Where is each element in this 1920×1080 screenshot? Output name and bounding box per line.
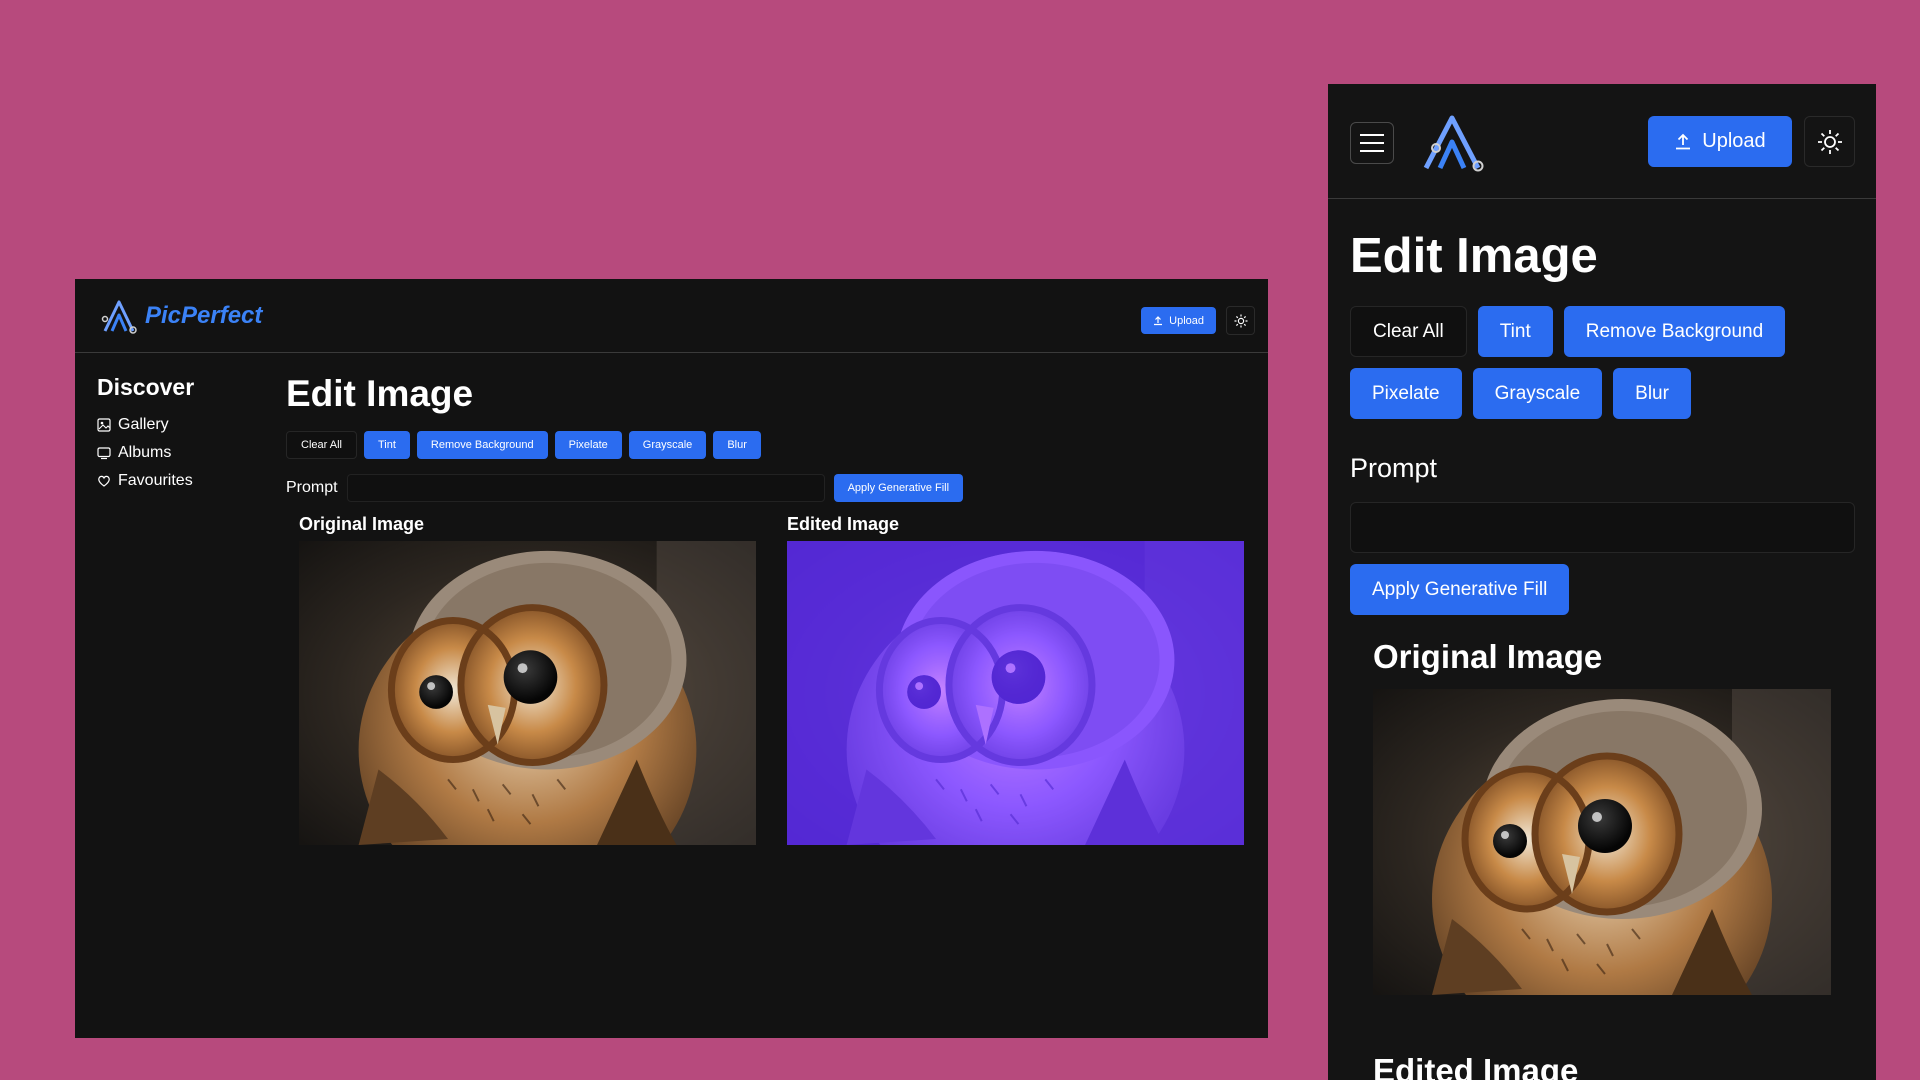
image-icon <box>97 418 111 432</box>
original-image-card: Original Image <box>299 514 756 845</box>
blur-button[interactable]: Blur <box>1613 368 1691 419</box>
heart-icon <box>98 475 110 487</box>
upload-icon <box>1676 133 1691 149</box>
mobile-main-content: Edit Image Clear All Tint Remove Backgro… <box>1328 226 1876 1080</box>
tint-button[interactable]: Tint <box>363 431 410 459</box>
clear-all-button[interactable]: Clear All <box>1350 306 1467 357</box>
album-icon <box>97 447 111 460</box>
prompt-input[interactable] <box>346 474 825 502</box>
apply-generative-fill-button[interactable]: Apply Generative Fill <box>833 474 964 502</box>
sun-icon <box>1817 129 1842 154</box>
mobile-app-window: Upload Edit Image Clear All Tint Remove … <box>1328 84 1876 1080</box>
theme-toggle-button[interactable] <box>1804 116 1855 167</box>
edited-image-title: Edited Image <box>1373 1052 1579 1080</box>
tint-button[interactable]: Tint <box>1477 306 1553 357</box>
grayscale-button[interactable]: Grayscale <box>628 431 707 459</box>
original-owl-image <box>299 541 756 845</box>
mobile-header: Upload <box>1328 84 1876 199</box>
sidebar-item-favourites[interactable]: Favourites <box>97 467 277 495</box>
desktop-app-window: PicPerfect Upload Discover Gallery Album… <box>75 279 1268 1038</box>
clear-all-button[interactable]: Clear All <box>286 431 357 459</box>
upload-icon <box>1154 315 1163 325</box>
sidebar-item-albums[interactable]: Albums <box>97 439 277 467</box>
tool-bar: Clear All Tint Remove Background Pixelat… <box>1350 306 1850 419</box>
sidebar: Discover Gallery Albums Favourites <box>97 374 277 495</box>
page-title: Edit Image <box>286 373 474 414</box>
sidebar-item-label: Favourites <box>118 472 193 489</box>
brand-name[interactable]: PicPerfect <box>145 302 262 330</box>
prompt-row: Prompt Apply Generative Fill <box>286 474 1246 502</box>
sidebar-title: Discover <box>97 374 195 400</box>
upload-button[interactable]: Upload <box>1141 307 1216 334</box>
pixelate-button[interactable]: Pixelate <box>1350 368 1462 419</box>
hamburger-menu-button[interactable] <box>1350 122 1394 164</box>
theme-toggle-button[interactable] <box>1226 306 1255 335</box>
original-image-title: Original Image <box>1373 638 1603 675</box>
brand-logo-icon <box>101 300 137 334</box>
prompt-label: Prompt <box>286 479 338 496</box>
prompt-label: Prompt <box>1350 453 1438 483</box>
grayscale-button[interactable]: Grayscale <box>1472 368 1603 419</box>
original-owl-image <box>1373 689 1831 995</box>
upload-label: Upload <box>1702 130 1766 152</box>
image-comparison: Original Image Edited Image <box>299 514 1246 845</box>
edited-owl-image <box>787 541 1244 845</box>
edited-image-card: Edited Image <box>787 514 1244 845</box>
pixelate-button[interactable]: Pixelate <box>554 431 622 459</box>
remove-background-button[interactable]: Remove Background <box>416 431 548 459</box>
page-title: Edit Image <box>1350 229 1598 283</box>
upload-button[interactable]: Upload <box>1648 116 1792 167</box>
sidebar-item-label: Albums <box>118 444 172 461</box>
sidebar-item-label: Gallery <box>118 416 169 433</box>
brand-logo-icon[interactable] <box>1418 112 1488 172</box>
apply-generative-fill-button[interactable]: Apply Generative Fill <box>1350 564 1570 615</box>
original-image-title: Original Image <box>299 514 425 534</box>
menu-icon <box>1360 134 1384 152</box>
sidebar-item-gallery[interactable]: Gallery <box>97 411 277 439</box>
remove-background-button[interactable]: Remove Background <box>1563 306 1786 357</box>
edited-image-title: Edited Image <box>787 514 900 534</box>
main-content: Edit Image Clear All Tint Remove Backgro… <box>286 367 1246 845</box>
app-header: PicPerfect Upload <box>75 279 1268 353</box>
tool-bar: Clear All Tint Remove Background Pixelat… <box>286 431 1246 459</box>
blur-button[interactable]: Blur <box>713 431 761 459</box>
prompt-input[interactable] <box>1350 502 1855 553</box>
upload-label: Upload <box>1169 314 1204 327</box>
sun-icon <box>1234 314 1247 327</box>
